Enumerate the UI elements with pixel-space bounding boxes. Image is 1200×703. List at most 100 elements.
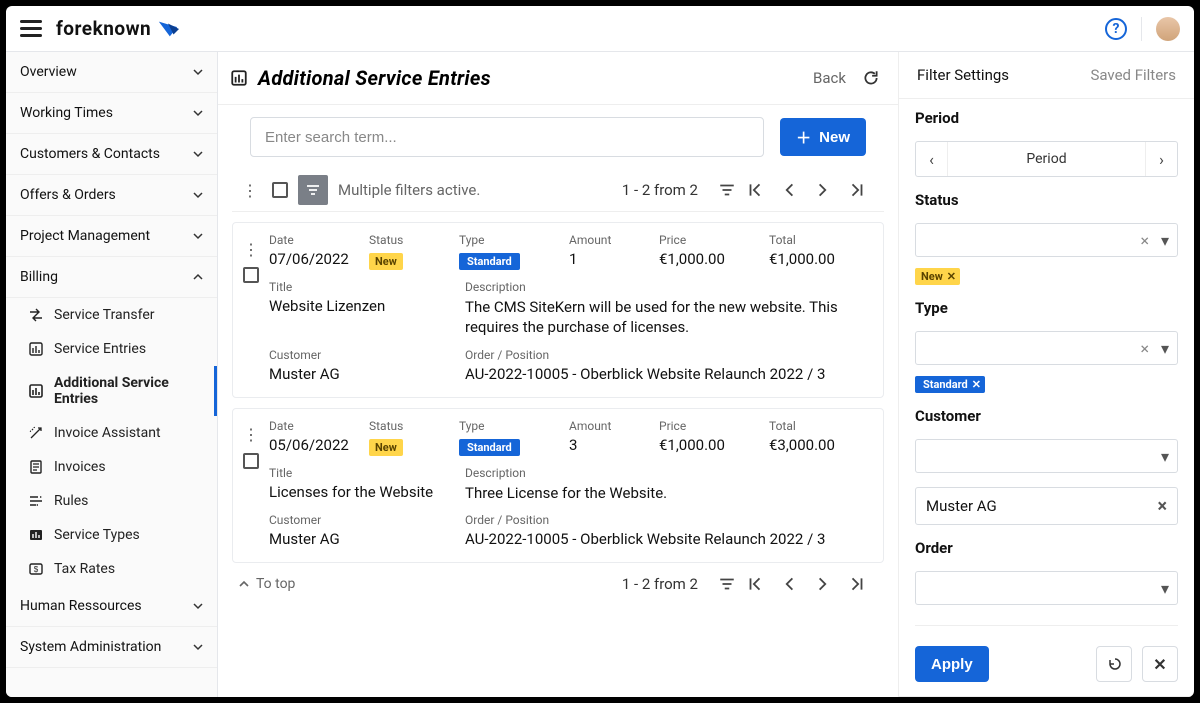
help-icon[interactable]: ? xyxy=(1105,18,1127,40)
sidebar-section-customers[interactable]: Customers & Contacts xyxy=(6,134,217,175)
type-select[interactable]: × ▾ xyxy=(915,331,1178,365)
listbar: ⋮ Multiple filters active. 1 - 2 from 2 xyxy=(232,169,884,212)
sidebar-item-tax-rates[interactable]: $ Tax Rates xyxy=(6,552,217,586)
next-page-icon[interactable] xyxy=(814,575,832,593)
sidebar-section-label: Offers & Orders xyxy=(20,187,116,203)
last-page-icon[interactable] xyxy=(848,181,866,199)
sidebar-section-label: Working Times xyxy=(20,105,113,121)
row-checkbox[interactable] xyxy=(243,453,259,469)
sidebar-item-label: Service Entries xyxy=(54,341,146,357)
sidebar-item-additional-service-entries[interactable]: Additional Service Entries xyxy=(6,366,217,416)
remove-chip-icon[interactable]: ✕ xyxy=(972,378,981,391)
chevron-down-icon[interactable]: ▾ xyxy=(1161,579,1169,598)
col-price-label: Price xyxy=(659,419,769,433)
reset-filters-button[interactable] xyxy=(1096,646,1132,682)
hamburger-menu-button[interactable] xyxy=(20,16,46,42)
select-all-checkbox[interactable] xyxy=(272,182,288,198)
status-badge-new: New xyxy=(369,253,403,270)
chevron-down-icon xyxy=(193,642,203,652)
prev-page-icon[interactable] xyxy=(780,575,798,593)
col-type-label: Type xyxy=(459,233,569,247)
chevron-down-icon[interactable]: ▾ xyxy=(1161,339,1169,358)
types-icon xyxy=(28,527,44,543)
entry-date: 07/06/2022 xyxy=(269,250,369,268)
row-menu-button[interactable]: ⋮ xyxy=(239,237,263,261)
row-checkbox[interactable] xyxy=(243,267,259,283)
sidebar-item-invoices[interactable]: Invoices xyxy=(6,450,217,484)
type-badge-standard: Standard xyxy=(459,253,520,270)
sidebar-section-billing[interactable]: Billing xyxy=(6,257,217,298)
undo-icon xyxy=(1106,656,1122,672)
sidebar-section-hr[interactable]: Human Ressources xyxy=(6,586,217,627)
period-value[interactable]: Period xyxy=(948,151,1145,167)
sidebar-section-project[interactable]: Project Management xyxy=(6,216,217,257)
sidebar-section-label: System Administration xyxy=(20,639,161,655)
avatar[interactable] xyxy=(1156,17,1180,41)
tab-filter-settings[interactable]: Filter Settings xyxy=(917,66,1009,84)
order-select[interactable]: ▾ xyxy=(915,571,1178,605)
sidebar-item-service-transfer[interactable]: Service Transfer xyxy=(6,298,217,332)
tab-saved-filters[interactable]: Saved Filters xyxy=(1090,66,1176,84)
sidebar-item-service-types[interactable]: Service Types xyxy=(6,518,217,552)
first-page-icon[interactable] xyxy=(746,575,764,593)
chip-label: New xyxy=(921,270,943,283)
clear-icon[interactable]: × xyxy=(1140,231,1149,250)
sort-icon[interactable] xyxy=(718,181,736,199)
sidebar-item-label: Service Types xyxy=(54,527,140,543)
remove-chip-icon[interactable]: ✕ xyxy=(947,270,956,283)
customer-select[interactable]: ▾ xyxy=(915,439,1178,473)
next-page-icon[interactable] xyxy=(814,181,832,199)
sidebar-section-sysadmin[interactable]: System Administration xyxy=(6,627,217,668)
col-amount-label: Amount xyxy=(569,233,659,247)
page-title: Additional Service Entries xyxy=(258,66,491,90)
tax-icon: $ xyxy=(28,561,44,577)
entry-date: 05/06/2022 xyxy=(269,436,369,454)
entry-customer: Muster AG xyxy=(269,530,465,548)
first-page-icon[interactable] xyxy=(746,181,764,199)
to-top-button[interactable]: To top xyxy=(238,576,295,592)
period-next-button[interactable]: › xyxy=(1145,142,1177,176)
entry-title: Website Lizenzen xyxy=(269,297,465,315)
chevron-down-icon xyxy=(193,190,203,200)
entry-order: AU-2022-10005 - Oberblick Website Relaun… xyxy=(465,530,869,548)
plus-icon: ＋ xyxy=(796,127,811,148)
pager-text: 1 - 2 from 2 xyxy=(622,181,698,199)
chevron-down-icon[interactable]: ▾ xyxy=(1161,447,1169,466)
filter-type-label: Type xyxy=(915,299,1178,317)
sidebar: Overview Working Times Customers & Conta… xyxy=(6,52,218,697)
filter-indicator-icon[interactable] xyxy=(298,175,328,205)
entry-description: The CMS SiteKern will be used for the ne… xyxy=(465,297,869,338)
apply-button[interactable]: Apply xyxy=(915,646,989,682)
filters-panel: Filter Settings Saved Filters Period ‹ P… xyxy=(898,52,1194,697)
sort-icon[interactable] xyxy=(718,575,736,593)
chevron-down-icon[interactable]: ▾ xyxy=(1161,231,1169,250)
back-button[interactable]: Back xyxy=(813,69,846,87)
save-filter-row[interactable]: Save Filter xyxy=(899,696,1194,697)
remove-customer-icon[interactable]: × xyxy=(1157,496,1167,517)
entry-order: AU-2022-10005 - Oberblick Website Relaun… xyxy=(465,365,869,383)
clear-filters-button[interactable]: ✕ xyxy=(1142,646,1178,682)
prev-page-icon[interactable] xyxy=(780,181,798,199)
col-order-label: Order / Position xyxy=(465,513,869,527)
row-menu-button[interactable]: ⋮ xyxy=(239,423,263,447)
search-input[interactable] xyxy=(250,117,764,157)
sidebar-item-service-entries[interactable]: Service Entries xyxy=(6,332,217,366)
status-select[interactable]: × ▾ xyxy=(915,223,1178,257)
col-total-label: Total xyxy=(769,233,869,247)
new-button[interactable]: ＋ New xyxy=(780,118,866,156)
refresh-icon[interactable] xyxy=(862,69,880,87)
close-icon: ✕ xyxy=(1153,655,1166,674)
clear-icon[interactable]: × xyxy=(1140,339,1149,358)
filters-header: Filter Settings Saved Filters xyxy=(899,52,1194,99)
col-customer-label: Customer xyxy=(269,513,465,527)
sidebar-section-overview[interactable]: Overview xyxy=(6,52,217,93)
last-page-icon[interactable] xyxy=(848,575,866,593)
chevron-down-icon xyxy=(193,67,203,77)
sidebar-section-offers[interactable]: Offers & Orders xyxy=(6,175,217,216)
sidebar-item-rules[interactable]: Rules xyxy=(6,484,217,518)
more-menu-button[interactable]: ⋮ xyxy=(238,178,262,202)
col-title-label: Title xyxy=(269,466,465,480)
period-prev-button[interactable]: ‹ xyxy=(916,142,948,176)
sidebar-section-working-times[interactable]: Working Times xyxy=(6,93,217,134)
sidebar-item-invoice-assistant[interactable]: Invoice Assistant xyxy=(6,416,217,450)
